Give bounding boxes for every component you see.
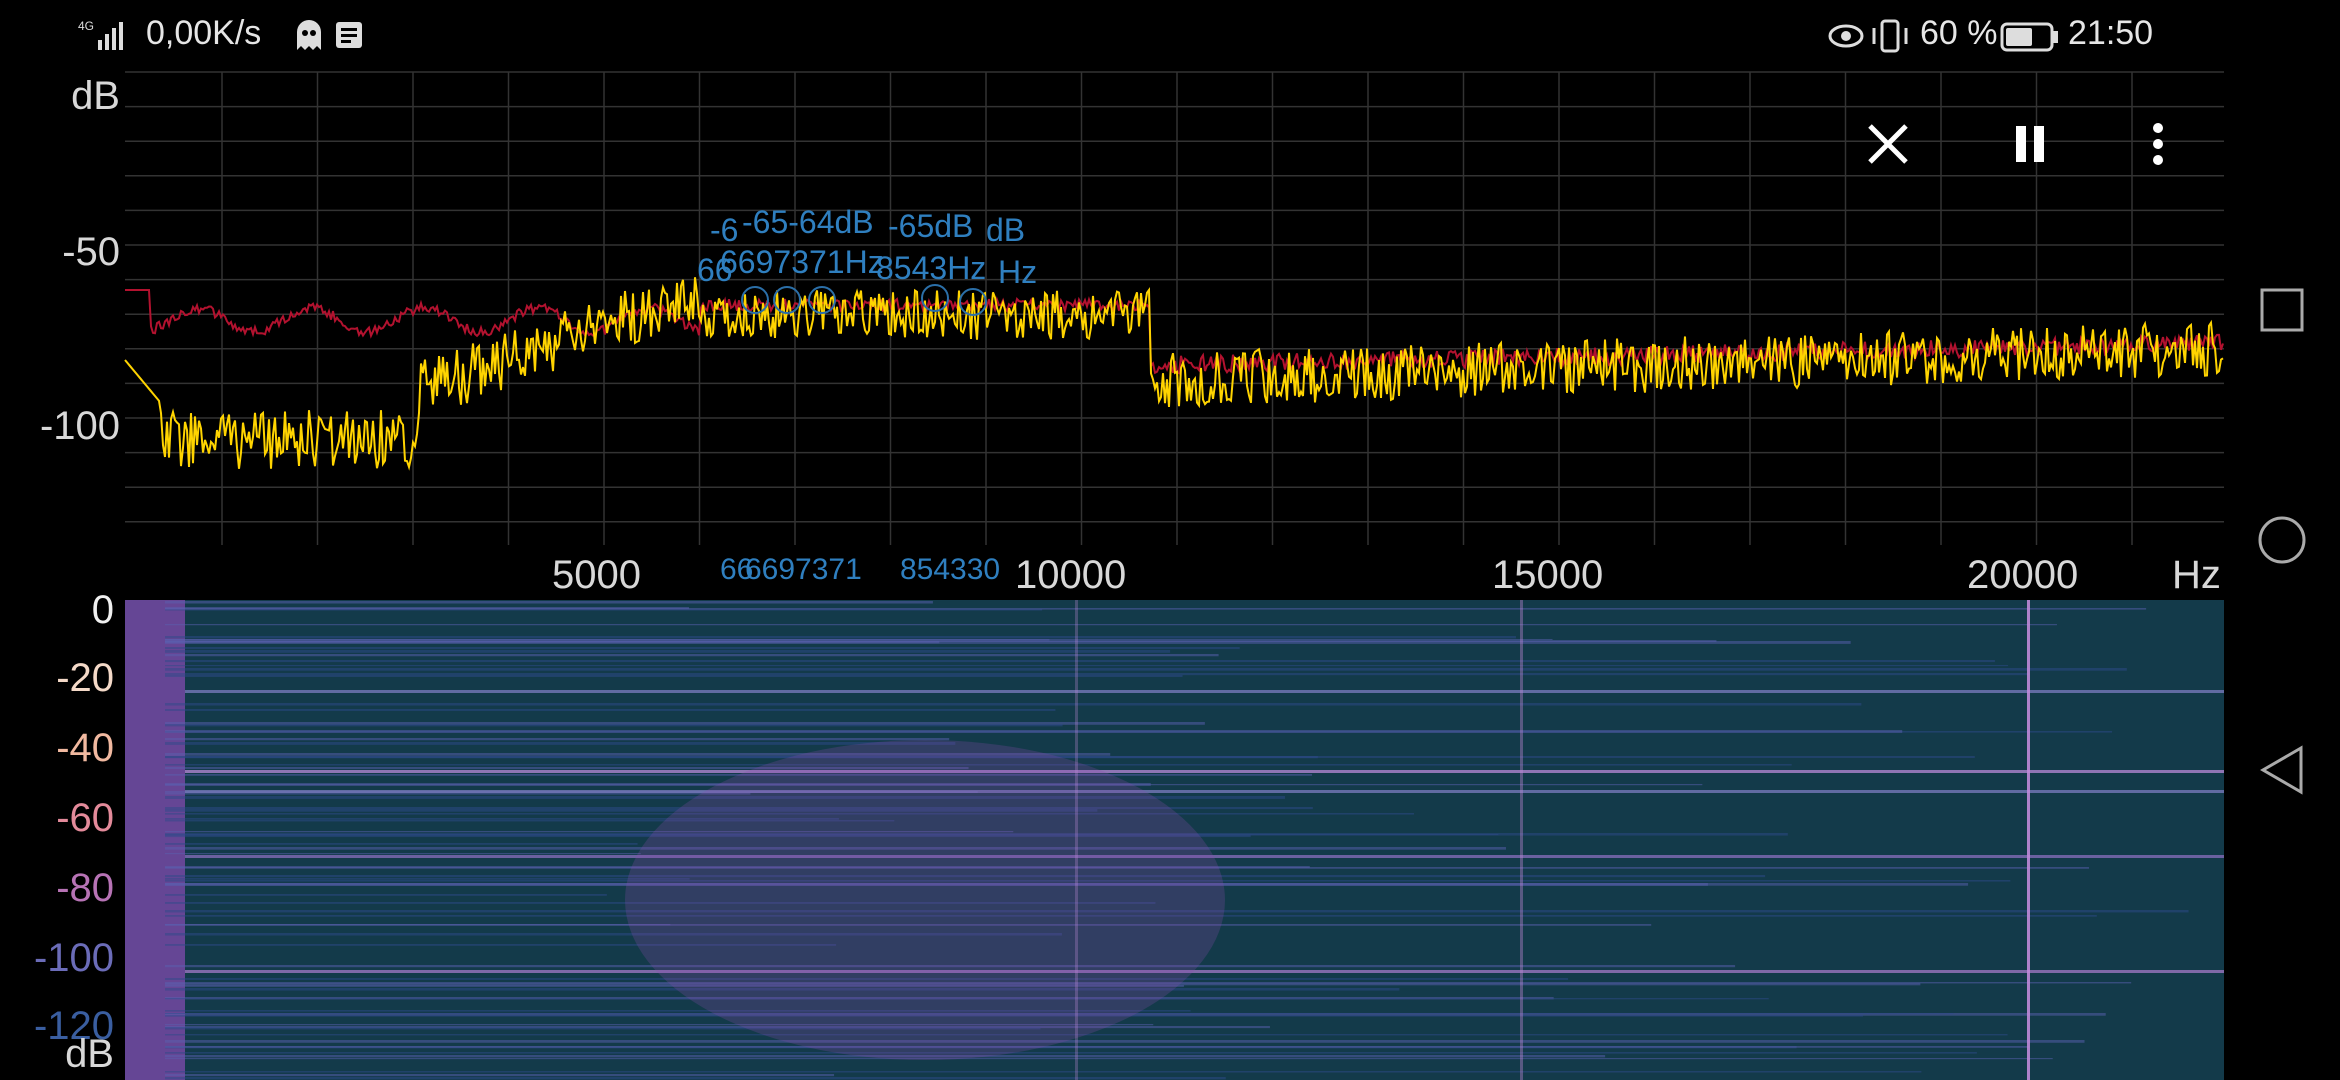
- close-icon: [1868, 124, 1908, 164]
- sg-tick-100: -100: [33, 936, 114, 980]
- pause-button[interactable]: [1990, 104, 2070, 184]
- spectrum-panel[interactable]: dB -50 -100 5000 10000 15000 20000 Hz -6…: [0, 0, 2224, 600]
- triangle-back-icon: [2260, 745, 2303, 795]
- x-tick-5000: 5000: [552, 553, 641, 597]
- y-tick-minus100: -100: [39, 404, 120, 448]
- circle-icon: [2258, 516, 2306, 564]
- sg-tick-40: -40: [56, 726, 114, 770]
- peak-db-label-left: -65-64dB: [742, 204, 874, 240]
- x-tick-15000: 15000: [1492, 553, 1604, 597]
- sg-tick-20: -20: [56, 656, 114, 700]
- sg-unit: dB: [65, 1032, 114, 1076]
- peak-hz-label-left: 6697371Hz: [720, 244, 884, 280]
- peak-axis-label-left: 6697371: [745, 553, 862, 586]
- x-axis-unit: Hz: [2172, 553, 2221, 597]
- x-tick-20000: 20000: [1967, 553, 2079, 597]
- square-icon: [2260, 288, 2304, 332]
- sg-tick-0: 0: [91, 588, 114, 632]
- peak-db-label-right: -65dB: [888, 208, 974, 244]
- peak-db-label-right-overlap: dB: [986, 212, 1026, 248]
- current-spectrum-trace: [124, 277, 2224, 471]
- peak-hz-label-right: 8543Hz: [876, 250, 987, 286]
- recents-button[interactable]: [2242, 270, 2322, 350]
- spectrum-plot[interactable]: [0, 0, 2224, 600]
- sg-tick-80: -80: [56, 866, 114, 910]
- sg-tick-60: -60: [56, 796, 114, 840]
- more-vert-icon: [2153, 123, 2163, 165]
- peak-axis-label-right: 854330: [900, 553, 1001, 586]
- peak-hz-label-right-overlap: Hz: [998, 254, 1038, 290]
- spectrogram[interactable]: [125, 600, 2224, 1080]
- x-tick-10000: 10000: [1015, 553, 1127, 597]
- home-button[interactable]: [2242, 500, 2322, 580]
- y-axis-unit: dB: [71, 74, 120, 118]
- pause-icon: [2016, 126, 2044, 162]
- navigation-bar: [2224, 0, 2340, 1080]
- close-button[interactable]: [1848, 104, 1928, 184]
- y-tick-minus50: -50: [62, 230, 120, 274]
- spectrogram-panel[interactable]: 0 -20 -40 -60 -80 -100 -120 dB: [0, 588, 2224, 1080]
- back-button[interactable]: [2242, 730, 2322, 810]
- more-options-button[interactable]: [2118, 104, 2198, 184]
